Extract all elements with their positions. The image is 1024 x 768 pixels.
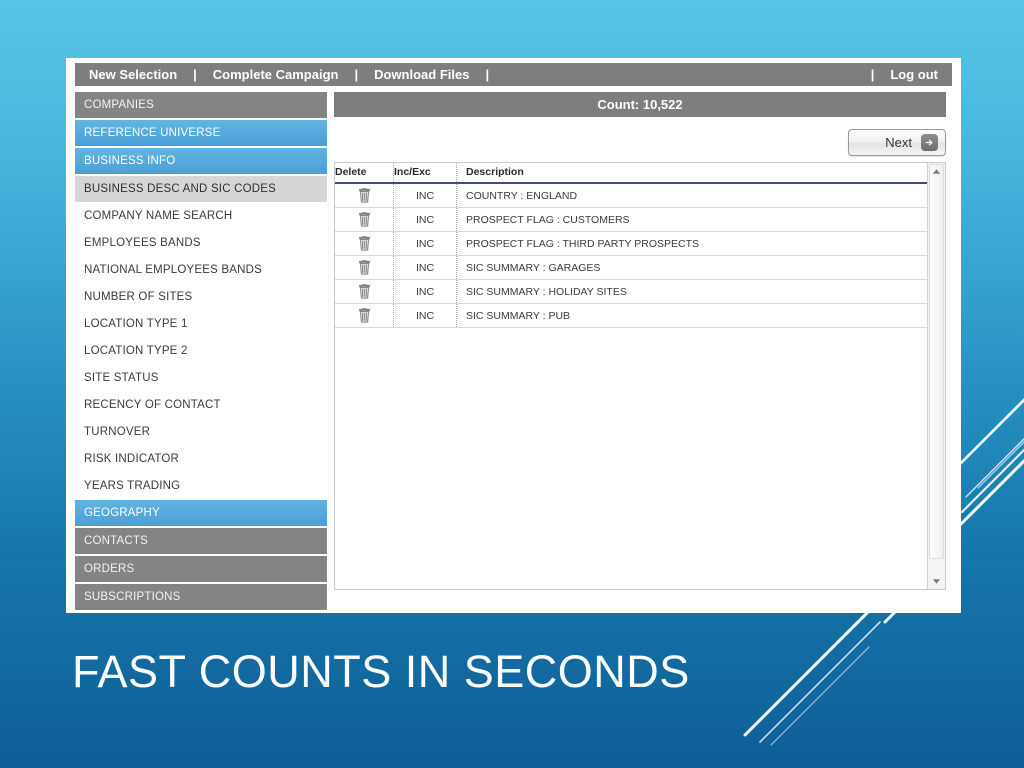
sidebar-item-employees-bands[interactable]: EMPLOYEES BANDS (75, 230, 327, 256)
sidebar-item-turnover[interactable]: TURNOVER (75, 419, 327, 445)
logout-button[interactable]: Log out (876, 63, 952, 86)
sidebar-item-risk-indicator[interactable]: RISK INDICATOR (75, 446, 327, 472)
delete-row-button[interactable] (335, 207, 394, 232)
cell-description: PROSPECT FLAG : CUSTOMERS (456, 207, 927, 232)
sidebar-item-location-type-1[interactable]: LOCATION TYPE 1 (75, 311, 327, 337)
cell-description: SIC SUMMARY : PUB (456, 303, 927, 328)
sidebar-item-site-status[interactable]: SITE STATUS (75, 365, 327, 391)
toolbar-item-new-selection[interactable]: New Selection (75, 63, 191, 86)
toolbar-item-complete-campaign[interactable]: Complete Campaign (199, 63, 353, 86)
delete-row-button[interactable] (335, 303, 394, 328)
table-header-row: Delete Inc/Exc Description (335, 163, 927, 184)
selection-criteria-table: Delete Inc/Exc Description INC COUNTRY : … (335, 163, 927, 328)
table-row: INC SIC SUMMARY : PUB (335, 303, 927, 328)
trash-icon (358, 212, 370, 227)
arrow-right-icon (921, 134, 938, 151)
vertical-scrollbar[interactable] (927, 163, 945, 589)
sidebar-item-national-employees-bands[interactable]: NATIONAL EMPLOYEES BANDS (75, 257, 327, 283)
sidebar: COMPANIES REFERENCE UNIVERSE BUSINESS IN… (75, 92, 327, 612)
column-header-description: Description (456, 163, 927, 184)
delete-row-button[interactable] (335, 255, 394, 280)
delete-row-button[interactable] (335, 279, 394, 304)
toolbar-separator: | (870, 67, 875, 82)
sidebar-item-business-info[interactable]: BUSINESS INFO (75, 148, 327, 174)
sidebar-item-orders[interactable]: ORDERS (75, 556, 327, 582)
cell-description: SIC SUMMARY : HOLIDAY SITES (456, 279, 927, 304)
trash-icon (358, 236, 370, 251)
cell-incexc: INC (393, 255, 457, 280)
count-bar: Count: 10,522 (334, 92, 946, 117)
scrollbar-thumb[interactable] (929, 164, 944, 559)
delete-row-button[interactable] (335, 231, 394, 256)
column-header-incexc: Inc/Exc (393, 163, 457, 184)
cell-incexc: INC (393, 183, 457, 208)
scroll-up-arrow-icon[interactable] (928, 163, 945, 179)
cell-incexc: INC (393, 303, 457, 328)
delete-row-button[interactable] (335, 183, 394, 208)
table-scroll-area: Delete Inc/Exc Description INC COUNTRY : … (335, 163, 927, 589)
sidebar-item-business-desc-and-sic-codes[interactable]: BUSINESS DESC AND SIC CODES (75, 176, 327, 202)
sidebar-item-company-name-search[interactable]: COMPANY NAME SEARCH (75, 203, 327, 229)
scroll-down-arrow-icon[interactable] (928, 573, 945, 589)
table-row: INC PROSPECT FLAG : CUSTOMERS (335, 207, 927, 232)
column-header-delete: Delete (335, 163, 394, 184)
selection-criteria-table-box: Delete Inc/Exc Description INC COUNTRY : … (334, 162, 946, 590)
sidebar-item-contacts[interactable]: CONTACTS (75, 528, 327, 554)
sidebar-item-location-type-2[interactable]: LOCATION TYPE 2 (75, 338, 327, 364)
trash-icon (358, 308, 370, 323)
cell-incexc: INC (393, 279, 457, 304)
sidebar-item-reference-universe[interactable]: REFERENCE UNIVERSE (75, 120, 327, 146)
cell-description: SIC SUMMARY : GARAGES (456, 255, 927, 280)
sidebar-item-subscriptions[interactable]: SUBSCRIPTIONS (75, 584, 327, 610)
next-button-label: Next (885, 135, 912, 150)
page-title: FAST COUNTS IN SECONDS (72, 646, 690, 697)
cell-description: PROSPECT FLAG : THIRD PARTY PROSPECTS (456, 231, 927, 256)
sidebar-item-geography[interactable]: GEOGRAPHY (75, 500, 327, 526)
cell-description: COUNTRY : ENGLAND (456, 183, 927, 208)
cell-incexc: INC (393, 231, 457, 256)
trash-icon (358, 284, 370, 299)
toolbar-separator: | (354, 67, 359, 82)
top-toolbar: New Selection | Complete Campaign | Down… (75, 63, 952, 86)
app-screenshot-panel: New Selection | Complete Campaign | Down… (66, 58, 961, 613)
toolbar-separator: | (485, 67, 490, 82)
trash-icon (358, 188, 370, 203)
next-button[interactable]: Next (848, 129, 946, 156)
table-row: INC PROSPECT FLAG : THIRD PARTY PROSPECTS (335, 231, 927, 256)
table-row: INC SIC SUMMARY : HOLIDAY SITES (335, 279, 927, 304)
table-row: INC COUNTRY : ENGLAND (335, 183, 927, 208)
trash-icon (358, 260, 370, 275)
cell-incexc: INC (393, 207, 457, 232)
table-row: INC SIC SUMMARY : GARAGES (335, 255, 927, 280)
toolbar-item-download-files[interactable]: Download Files (360, 63, 483, 86)
sidebar-item-years-trading[interactable]: YEARS TRADING (75, 473, 327, 499)
sidebar-item-companies[interactable]: COMPANIES (75, 92, 327, 118)
toolbar-separator: | (193, 67, 197, 82)
sidebar-item-number-of-sites[interactable]: NUMBER OF SITES (75, 284, 327, 310)
sidebar-item-recency-of-contact[interactable]: RECENCY OF CONTACT (75, 392, 327, 418)
